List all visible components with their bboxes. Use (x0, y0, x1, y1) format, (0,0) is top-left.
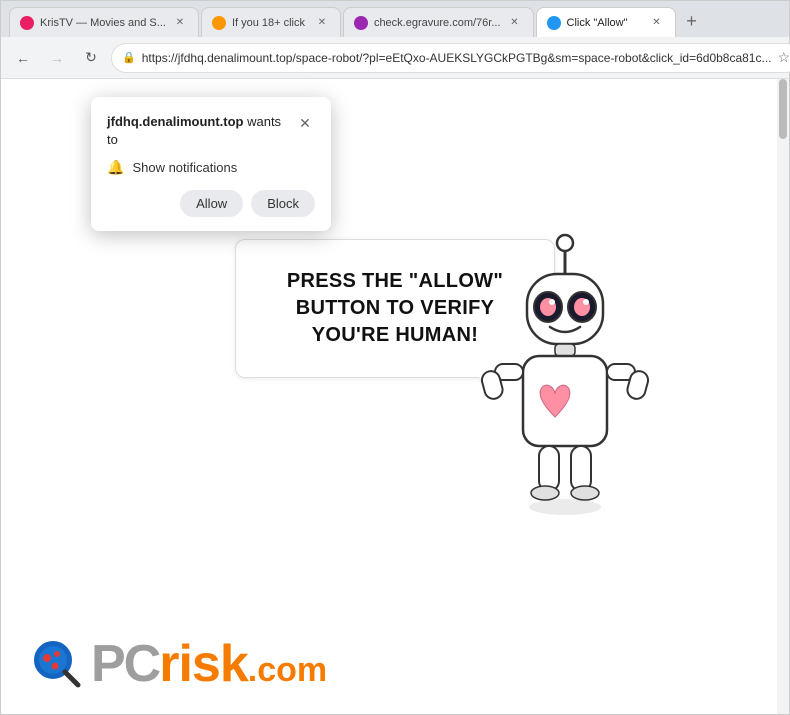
pcrisk-pc-text: PC (91, 634, 159, 694)
pcrisk-risk-text: risk (159, 634, 248, 694)
center-area: PRESS THE "ALLOW" BUTTON TO VERIFY YOU'R… (95, 219, 695, 378)
pcrisk-icon (31, 638, 83, 690)
reload-button[interactable]: ↻ (77, 44, 105, 72)
pcrisk-text: PC risk .com (91, 634, 327, 694)
tab-2-favicon (212, 16, 226, 30)
popup-buttons: Allow Block (107, 190, 315, 217)
scrollbar-thumb[interactable] (779, 79, 787, 139)
tab-2-title: If you 18+ click (232, 17, 308, 29)
bell-icon: 🔔 (107, 159, 124, 176)
pcrisk-dotcom-text: .com (248, 651, 327, 690)
tab-1-title: KrisTV — Movies and S... (40, 17, 166, 29)
tab-4-favicon (547, 16, 561, 30)
browser-content: jfdhq.denalimount.top wants to ✕ 🔔 Show … (1, 79, 789, 714)
popup-header: jfdhq.denalimount.top wants to ✕ (107, 113, 315, 149)
lock-icon: 🔒 (122, 51, 136, 64)
popup-notification-label: Show notifications (132, 160, 237, 175)
back-button[interactable]: ← (9, 44, 37, 72)
tab-1-close[interactable]: ✕ (172, 15, 188, 31)
tab-bar: KrisTV — Movies and S... ✕ If you 18+ cl… (1, 1, 789, 37)
tab-2[interactable]: If you 18+ click ✕ (201, 7, 341, 37)
tab-1-favicon (20, 16, 34, 30)
notification-popup: jfdhq.denalimount.top wants to ✕ 🔔 Show … (91, 97, 331, 231)
address-bar[interactable]: 🔒 https://jfdhq.denalimount.top/space-ro… (111, 43, 790, 73)
reload-icon: ↻ (85, 49, 97, 66)
popup-site: jfdhq.denalimount.top (107, 114, 243, 129)
toolbar: ← → ↻ 🔒 https://jfdhq.denalimount.top/sp… (1, 37, 789, 79)
bookmark-icon[interactable]: ☆ (778, 49, 790, 66)
pcrisk-logo: PC risk .com (31, 634, 327, 694)
browser-frame: KrisTV — Movies and S... ✕ If you 18+ cl… (0, 0, 790, 715)
tab-4[interactable]: Click "Allow" ✕ (536, 7, 676, 37)
tab-3-title: check.egravure.com/76r... (374, 17, 501, 29)
tab-3-close[interactable]: ✕ (507, 15, 523, 31)
forward-button[interactable]: → (43, 44, 71, 72)
robot-illustration (465, 219, 665, 539)
tab-3-favicon (354, 16, 368, 30)
tab-4-close[interactable]: ✕ (649, 15, 665, 31)
tab-3[interactable]: check.egravure.com/76r... ✕ (343, 7, 534, 37)
url-text: https://jfdhq.denalimount.top/space-robo… (142, 51, 772, 65)
tab-1[interactable]: KrisTV — Movies and S... ✕ (9, 7, 199, 37)
tab-4-title: Click "Allow" (567, 17, 643, 29)
block-button[interactable]: Block (251, 190, 315, 217)
popup-notification-row: 🔔 Show notifications (107, 159, 315, 176)
back-icon: ← (16, 50, 30, 66)
popup-title: jfdhq.denalimount.top wants to (107, 113, 295, 149)
popup-close-button[interactable]: ✕ (295, 113, 315, 133)
scrollbar[interactable] (777, 79, 789, 714)
forward-icon: → (50, 50, 64, 66)
allow-button[interactable]: Allow (180, 190, 243, 217)
new-tab-button[interactable]: + (678, 7, 706, 35)
tab-2-close[interactable]: ✕ (314, 15, 330, 31)
